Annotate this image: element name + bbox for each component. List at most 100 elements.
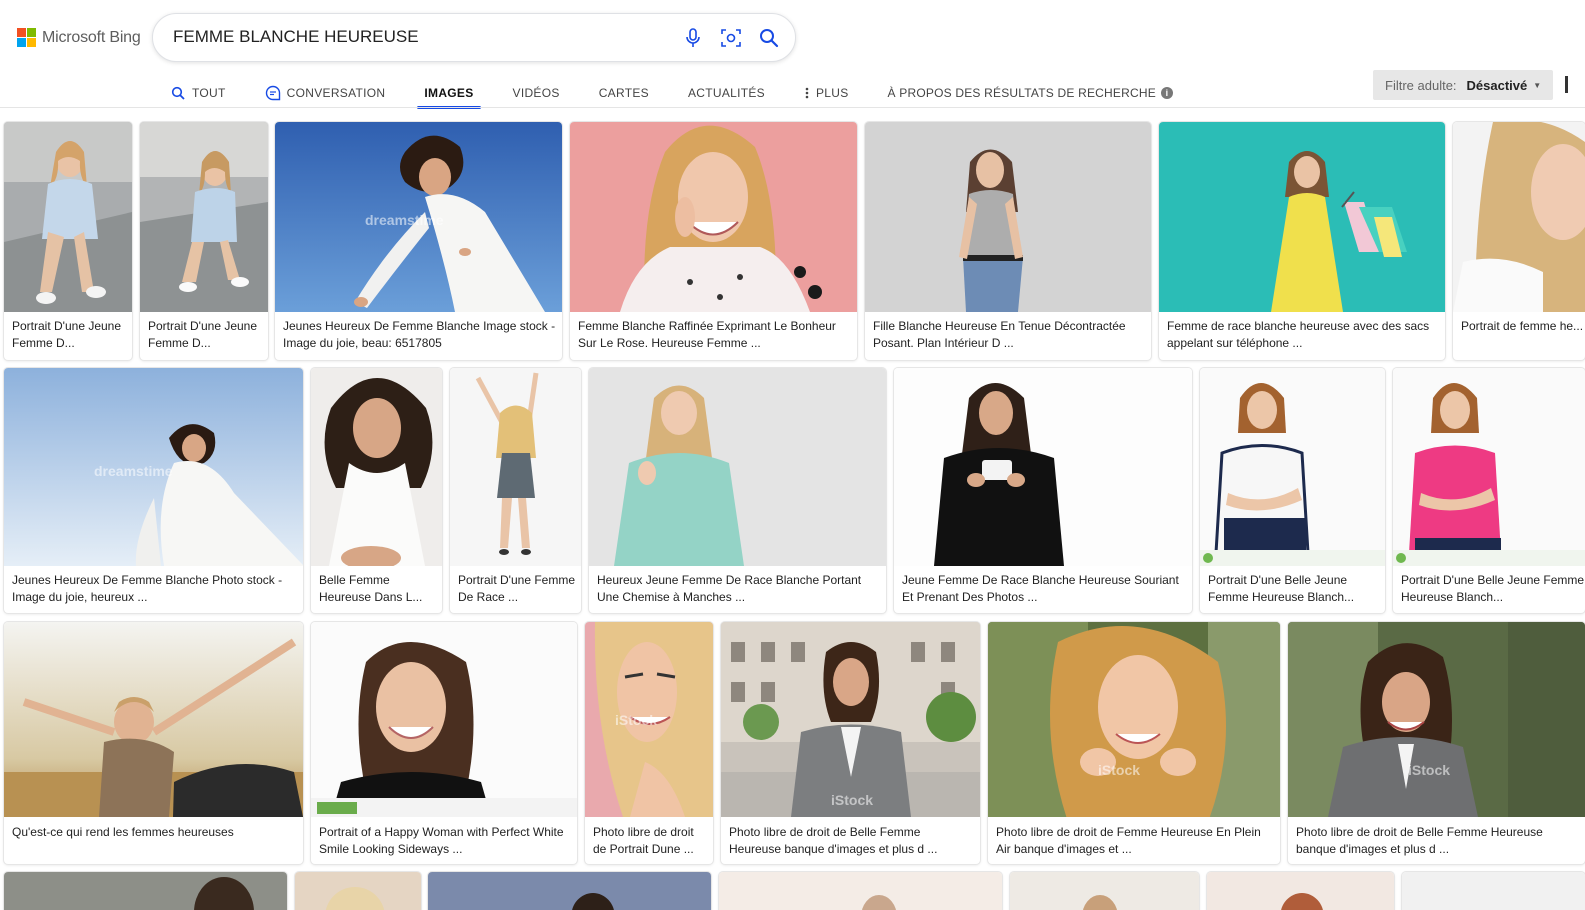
result-caption: Qu'est-ce qui rend les femmes heureuses <box>12 825 234 839</box>
tab-actualites[interactable]: ACTUALITÉS <box>688 78 765 108</box>
result-caption: Portrait D'une Femme De Race ... <box>458 573 575 604</box>
result-thumbnail: dreamstime <box>275 122 562 312</box>
search-input[interactable] <box>173 27 653 47</box>
watermark: dreamstime <box>94 463 173 479</box>
search-tabs: TOUT CONVERSATION IMAGES VIDÉOS CARTES A… <box>170 78 1173 109</box>
search-icon <box>170 85 186 101</box>
result-caption: Jeune Femme De Race Blanche Heureuse Sou… <box>902 573 1179 604</box>
image-result[interactable]: Portrait D'une Jeune Femme D... <box>4 122 132 360</box>
result-caption: Photo libre de droit de Belle Femme Heur… <box>729 825 938 856</box>
search-icon[interactable] <box>757 26 781 50</box>
image-result[interactable] <box>4 872 287 910</box>
result-caption: Portrait of a Happy Woman with Perfect W… <box>319 825 564 856</box>
image-result[interactable]: iStock Photo libre de droit de Belle Fem… <box>721 622 980 864</box>
result-thumbnail <box>428 872 711 910</box>
tab-label: IMAGES <box>424 86 474 100</box>
image-result[interactable]: iStock Photo libre de droit de Portrait … <box>585 622 713 864</box>
tab-label: VIDÉOS <box>512 86 560 100</box>
tab-cartes[interactable]: CARTES <box>599 78 649 108</box>
result-thumbnail <box>1402 872 1585 910</box>
tab-tout[interactable]: TOUT <box>170 78 226 108</box>
tab-label: PLUS <box>815 86 849 100</box>
result-caption: Portrait D'une Jeune Femme D... <box>148 319 258 350</box>
image-result[interactable] <box>1402 872 1585 910</box>
info-icon: i <box>1160 87 1173 99</box>
more-icon <box>804 85 810 101</box>
result-thumbnail <box>311 368 442 566</box>
result-thumbnail <box>311 622 577 817</box>
watermark: iStock <box>1098 762 1141 778</box>
header-divider <box>0 107 1585 108</box>
tab-images[interactable]: IMAGES <box>417 78 481 109</box>
result-thumbnail: iStock <box>585 622 713 817</box>
brand-name: Microsoft Bing <box>42 28 141 46</box>
image-result[interactable] <box>428 872 711 910</box>
result-caption: Heureux Jeune Femme De Race Blanche Port… <box>597 573 862 604</box>
search-box <box>152 13 796 62</box>
image-result[interactable] <box>719 872 1002 910</box>
filter-label: Filtre adulte: <box>1385 77 1457 93</box>
chevron-down-icon: ▼ <box>1533 80 1542 90</box>
result-caption: Portrait D'une Belle Jeune Femme Heureus… <box>1208 573 1355 604</box>
adult-filter-dropdown[interactable]: Filtre adulte: Désactivé ▼ <box>1373 70 1553 100</box>
filter-value: Désactivé <box>1466 77 1528 93</box>
tab-label: CONVERSATION <box>286 86 386 100</box>
image-result[interactable]: Femme Blanche Raffinée Exprimant Le Bonh… <box>570 122 857 360</box>
result-thumbnail <box>1393 368 1585 566</box>
result-thumbnail <box>1453 122 1585 312</box>
result-thumbnail <box>1159 122 1445 312</box>
watermark: iStock <box>615 712 658 728</box>
result-caption: Photo libre de droit de Belle Femme Heur… <box>1296 825 1543 856</box>
watermark: iStock <box>831 792 874 808</box>
image-result[interactable]: Qu'est-ce qui rend les femmes heureuses <box>4 622 303 864</box>
image-result[interactable]: Belle Femme Heureuse Dans L... <box>311 368 442 613</box>
image-result[interactable]: Femme de race blanche heureuse avec des … <box>1159 122 1445 360</box>
image-result[interactable]: Portrait D'une Belle Jeune Femme Heureus… <box>1200 368 1385 613</box>
image-result[interactable]: iStock Photo libre de droit de Femme Heu… <box>988 622 1280 864</box>
image-result[interactable]: Heureux Jeune Femme De Race Blanche Port… <box>589 368 886 613</box>
result-thumbnail <box>894 368 1192 566</box>
tab-label: CARTES <box>598 86 649 100</box>
image-result[interactable]: dreamstime Jeunes Heureux De Femme Blanc… <box>4 368 303 613</box>
watermark: dreamstime <box>365 212 444 228</box>
result-caption: Portrait D'une Belle Jeune Femme Heureus… <box>1401 573 1585 604</box>
result-thumbnail <box>865 122 1151 312</box>
about-results-link[interactable]: À PROPOS DES RÉSULTATS DE RECHERCHE i <box>888 86 1173 100</box>
image-result[interactable] <box>295 872 421 910</box>
result-thumbnail: iStock <box>1288 622 1585 817</box>
bing-logo[interactable]: Microsoft Bing <box>17 28 141 47</box>
visual-search-icon[interactable] <box>719 26 743 50</box>
result-thumbnail <box>4 122 132 312</box>
image-result[interactable]: Portrait D'une Jeune Femme D... <box>140 122 268 360</box>
image-result[interactable] <box>1010 872 1199 910</box>
result-thumbnail <box>450 368 581 566</box>
result-caption: Femme de race blanche heureuse avec des … <box>1167 319 1430 350</box>
result-thumbnail <box>589 368 886 566</box>
microphone-icon[interactable] <box>681 26 705 50</box>
image-result[interactable]: Portrait of a Happy Woman with Perfect W… <box>311 622 577 864</box>
result-caption: Photo libre de droit de Femme Heureuse E… <box>996 825 1261 856</box>
result-caption: Portrait de femme he... Télécharger des … <box>1461 319 1585 333</box>
watermark: iStock <box>1408 762 1451 778</box>
result-thumbnail <box>140 122 268 312</box>
result-thumbnail <box>719 872 1002 910</box>
image-result[interactable]: Fille Blanche Heureuse En Tenue Décontra… <box>865 122 1151 360</box>
profile-edge <box>1565 76 1568 93</box>
image-result[interactable]: Portrait D'une Femme De Race ... <box>450 368 581 613</box>
image-result[interactable]: Jeune Femme De Race Blanche Heureuse Sou… <box>894 368 1192 613</box>
result-caption: Jeunes Heureux De Femme Blanche Photo st… <box>12 573 283 604</box>
tab-videos[interactable]: VIDÉOS <box>513 78 560 108</box>
tab-conversation[interactable]: CONVERSATION <box>265 78 386 108</box>
image-result[interactable]: dreamstime Jeunes Heureux De Femme Blanc… <box>275 122 562 360</box>
result-caption: Photo libre de droit de Portrait Dune ..… <box>593 825 694 856</box>
image-result[interactable]: iStock Photo libre de droit de Belle Fem… <box>1288 622 1585 864</box>
result-thumbnail: iStock <box>721 622 980 817</box>
image-result[interactable]: Portrait D'une Belle Jeune Femme Heureus… <box>1393 368 1585 613</box>
tab-plus[interactable]: PLUS <box>804 78 849 108</box>
microsoft-logo-icon <box>17 28 36 47</box>
result-thumbnail: dreamstime <box>4 368 303 566</box>
image-result[interactable]: Portrait de femme he... Télécharger des … <box>1453 122 1585 360</box>
result-caption: Femme Blanche Raffinée Exprimant Le Bonh… <box>578 319 836 350</box>
result-thumbnail <box>570 122 857 312</box>
image-result[interactable] <box>1207 872 1394 910</box>
